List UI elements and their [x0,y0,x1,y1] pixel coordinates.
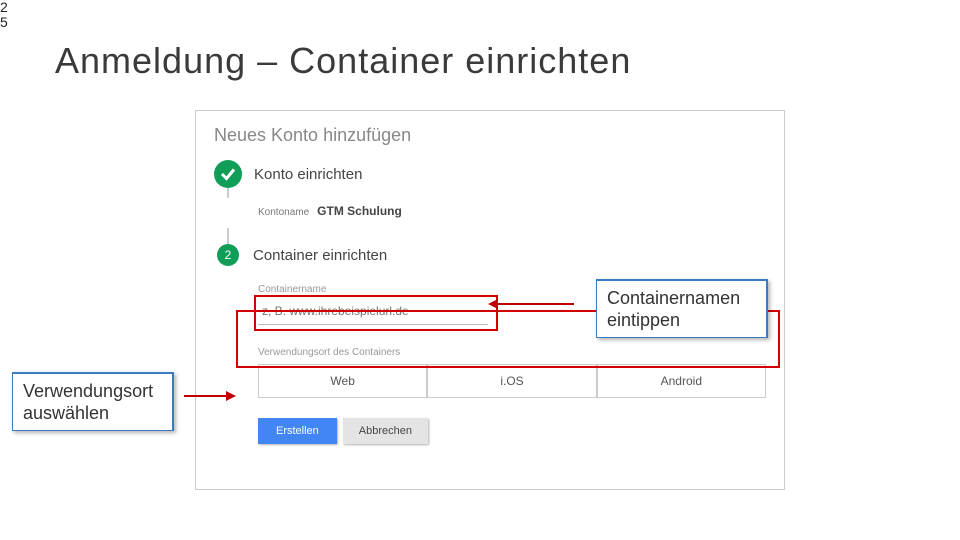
usage-option-android[interactable]: Android [597,364,766,398]
checkmark-icon [214,160,242,188]
cancel-button[interactable]: Abbrechen [343,418,428,444]
action-row: Erstellen Abbrechen [258,418,766,444]
containername-input[interactable] [258,297,488,325]
step-1-label: Konto einrichten [254,166,362,183]
kontoname-row: Kontoname GTM Schulung [258,204,766,218]
arrow-right-icon [184,395,228,397]
callout-usage: Verwendungsort auswählen [12,372,174,431]
step-2-label: Container einrichten [253,247,387,264]
step-2-badge: 2 [217,244,239,266]
slide-number: 2 5 [0,0,8,30]
usage-label: Verwendungsort des Containers [258,347,766,358]
arrow-left-icon [496,303,574,305]
kontoname-label: Kontoname [258,207,309,218]
step-2-row: 2 Container einrichten [217,244,766,266]
create-button[interactable]: Erstellen [258,418,337,444]
page-title: Anmeldung – Container einrichten [55,40,631,82]
connector-line [227,228,229,244]
callout-containername: Containernamen eintippen [596,279,768,338]
panel-title: Neues Konto hinzufügen [214,125,766,146]
usage-option-web[interactable]: Web [258,364,427,398]
usage-options: Web i.OS Android [258,364,766,398]
usage-section: Verwendungsort des Containers Web i.OS A… [258,347,766,398]
usage-option-ios[interactable]: i.OS [427,364,596,398]
kontoname-value: GTM Schulung [317,204,402,218]
connector-line [227,188,229,198]
step-1-row: Konto einrichten [214,160,766,188]
